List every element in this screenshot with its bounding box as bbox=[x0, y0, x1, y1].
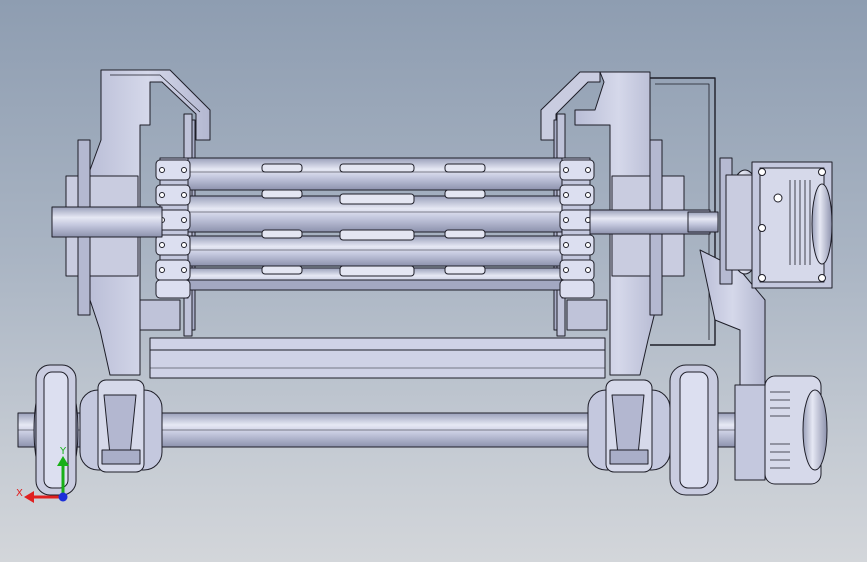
drum-roller-assembly bbox=[185, 157, 563, 291]
left-bearing-block bbox=[79, 379, 163, 473]
right-bearing-block bbox=[587, 379, 671, 473]
z-axis-marker bbox=[58, 492, 68, 502]
cad-viewport[interactable]: Y X bbox=[0, 0, 867, 562]
x-axis-arrowhead bbox=[24, 491, 34, 503]
cad-model-view: Y X bbox=[16, 69, 833, 503]
gearbox bbox=[751, 161, 833, 289]
right-wheel bbox=[669, 364, 719, 496]
cross-beam bbox=[149, 337, 606, 379]
y-axis-label: Y bbox=[59, 446, 67, 457]
right-sprocket-stack bbox=[559, 157, 595, 299]
left-wheel bbox=[33, 364, 79, 496]
drive-gear-unit bbox=[734, 375, 828, 485]
x-axis-label: X bbox=[16, 488, 23, 499]
